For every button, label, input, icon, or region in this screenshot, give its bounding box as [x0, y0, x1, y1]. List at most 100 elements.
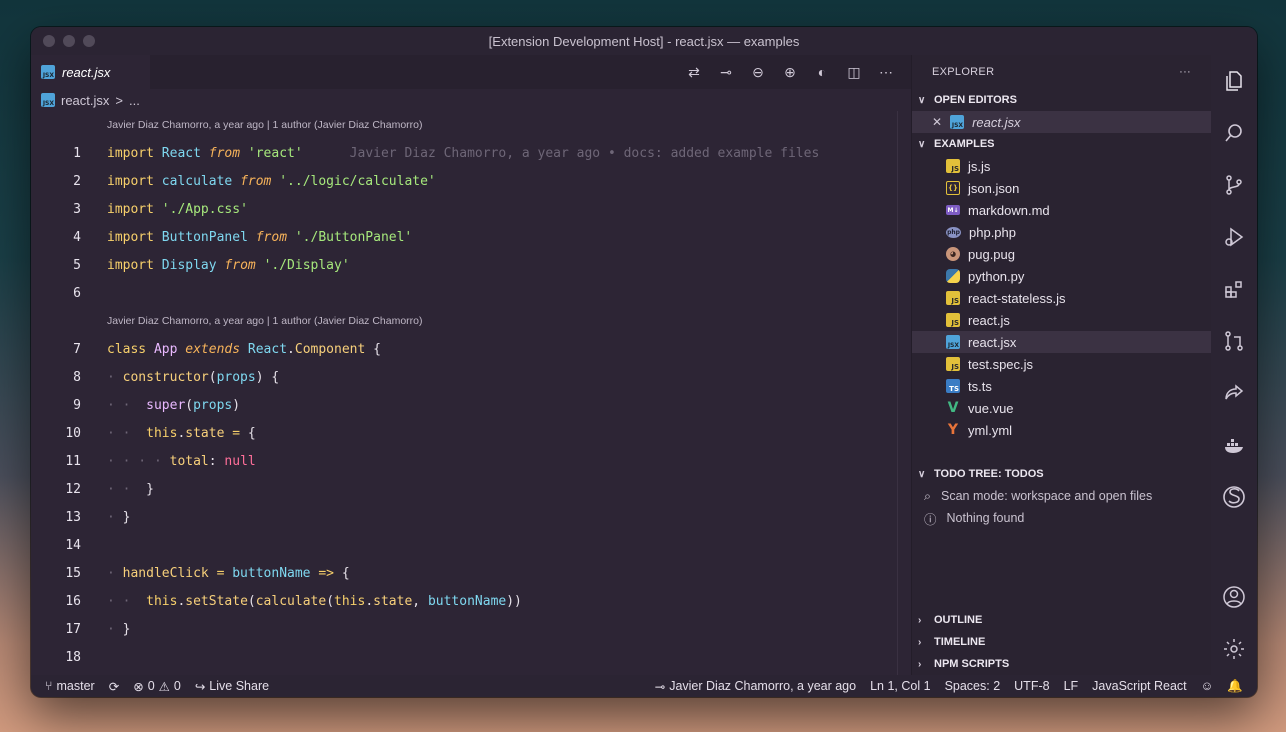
chevron-down-icon: ∨ — [918, 94, 926, 106]
file-item-selected[interactable]: JSX react.jsx — [912, 331, 1211, 353]
section-open-editors[interactable]: ∨ OPEN EDITORS — [912, 89, 1211, 111]
file-label: react.js — [968, 312, 1010, 328]
file-item[interactable]: JS js.js — [912, 155, 1211, 177]
explorer-title: EXPLORER — [932, 66, 995, 78]
section-label: EXAMPLES — [934, 138, 995, 150]
window-title: [Extension Development Host] - react.jsx… — [488, 33, 800, 49]
end-of-line[interactable]: LF — [1064, 679, 1079, 693]
source-control-icon[interactable] — [1211, 159, 1257, 211]
notifications-icon[interactable]: 🔔 — [1227, 679, 1243, 694]
indentation[interactable]: Spaces: 2 — [945, 679, 1001, 693]
file-item[interactable]: {} json.json — [912, 177, 1211, 199]
extensions-icon[interactable] — [1211, 263, 1257, 315]
tab-react-jsx[interactable]: JSX react.jsx — [31, 55, 150, 89]
explorer-more-icon[interactable]: ··· — [1179, 66, 1191, 78]
code-line: 6 — [31, 279, 895, 307]
title-bar: [Extension Development Host] - react.jsx… — [31, 27, 1257, 55]
breadcrumb-more[interactable]: ... — [129, 93, 140, 108]
search-icon[interactable] — [1211, 107, 1257, 159]
code-line: 12 · · } — [31, 475, 895, 503]
file-item[interactable]: python.py — [912, 265, 1211, 287]
vertical-scrollbar[interactable] — [897, 111, 911, 675]
file-item[interactable]: php php.php — [912, 221, 1211, 243]
section-outline[interactable]: › OUTLINE — [912, 609, 1211, 631]
tab-label: react.jsx — [62, 64, 111, 80]
error-count: 0 — [147, 679, 155, 693]
branch-status[interactable]: ⑂ master — [45, 679, 95, 693]
problems-status[interactable]: ⊗ 0 ⚠ 0 — [133, 679, 181, 694]
line-number: 3 — [73, 201, 81, 217]
pug-file-icon: ◕ — [946, 247, 960, 261]
file-item[interactable]: Yyml.yml — [912, 419, 1211, 441]
line-number: 6 — [73, 285, 81, 301]
code-line: 3 import './App.css' — [31, 195, 895, 223]
language-mode[interactable]: JavaScript React — [1092, 679, 1186, 693]
open-editor-item[interactable]: ✕ JSX react.jsx — [912, 111, 1211, 133]
section-timeline[interactable]: › TIMELINE — [912, 631, 1211, 653]
code-line: 11 · · · · total: null — [31, 447, 895, 475]
pull-requests-icon[interactable] — [1211, 315, 1257, 367]
code-line: 10 · · this.state = { — [31, 419, 895, 447]
todo-scan-mode[interactable]: ⌕ Scan mode: workspace and open files — [912, 485, 1211, 507]
tab-bar: JSX react.jsx ⇄ ⊸ ⊖ ⊕ ◐ ◫ ⋯ — [31, 55, 911, 89]
breadcrumb-file[interactable]: react.jsx — [61, 93, 109, 108]
codelens-authorship[interactable]: Javier Diaz Chamorro, a year ago | 1 aut… — [31, 111, 895, 139]
live-share-status[interactable]: ↪ Live Share — [195, 679, 269, 694]
maximize-window-button[interactable] — [83, 35, 95, 47]
previous-revision-icon[interactable]: ⊖ — [749, 64, 767, 81]
live-share-icon: ↪ — [194, 679, 206, 694]
code-line: 2 import calculate from '../logic/calcula… — [31, 167, 895, 195]
toggle-blame-icon[interactable]: ◐ — [813, 64, 831, 80]
sync-icon: ⟳ — [108, 679, 120, 694]
line-number: 17 — [65, 621, 81, 637]
feedback-icon[interactable]: ☺ — [1201, 679, 1214, 693]
code-line: 1 import React from 'react' Javier Diaz C… — [31, 139, 895, 167]
close-icon[interactable]: ✕ — [932, 115, 942, 129]
section-examples[interactable]: ∨ EXAMPLES — [912, 133, 1211, 155]
js-file-icon: JS — [946, 357, 960, 371]
section-npm-scripts[interactable]: › NPM SCRIPTS — [912, 653, 1211, 675]
explorer-icon[interactable] — [1211, 55, 1257, 107]
line-number: 9 — [73, 397, 81, 413]
code-line: 16 · · this.setState(calculate(this.state… — [31, 587, 895, 615]
file-item[interactable]: TS ts.ts — [912, 375, 1211, 397]
line-number: 18 — [65, 649, 81, 665]
jsx-file-icon: JSX — [41, 65, 55, 79]
file-item[interactable]: M↓ markdown.md — [912, 199, 1211, 221]
file-item[interactable]: JS react.js — [912, 309, 1211, 331]
activity-bar — [1211, 55, 1257, 675]
codelens-authorship[interactable]: Javier Diaz Chamorro, a year ago | 1 aut… — [31, 307, 895, 335]
chevron-down-icon: ∨ — [918, 468, 926, 480]
js-file-icon: JS — [946, 159, 960, 173]
file-label: php.php — [969, 224, 1016, 240]
file-item[interactable]: JS react-stateless.js — [912, 287, 1211, 309]
window-controls — [43, 35, 95, 47]
run-debug-icon[interactable] — [1211, 211, 1257, 263]
file-item[interactable]: ◕ pug.pug — [912, 243, 1211, 265]
live-share-icon[interactable] — [1211, 367, 1257, 419]
account-icon[interactable] — [1211, 571, 1257, 623]
section-todo-tree[interactable]: ∨ TODO TREE: TODOS — [912, 463, 1211, 485]
next-revision-icon[interactable]: ⊕ — [781, 64, 799, 81]
code-line: 7 class App extends React.Component { — [31, 335, 895, 363]
docker-icon[interactable] — [1211, 419, 1257, 471]
blame-text: Javier Diaz Chamorro, a year ago — [669, 679, 857, 693]
code-editor[interactable]: Javier Diaz Chamorro, a year ago | 1 aut… — [31, 111, 895, 675]
close-window-button[interactable] — [43, 35, 55, 47]
blame-status[interactable]: ⊸ Javier Diaz Chamorro, a year ago — [655, 679, 856, 694]
line-number: 7 — [73, 341, 81, 357]
file-item[interactable]: Vvue.vue — [912, 397, 1211, 419]
file-item[interactable]: JS test.spec.js — [912, 353, 1211, 375]
section-label: TODO TREE: TODOS — [934, 468, 1044, 480]
encoding[interactable]: UTF-8 — [1014, 679, 1049, 693]
branch-name: master — [56, 679, 95, 693]
gear-icon[interactable] — [1211, 623, 1257, 675]
cursor-position[interactable]: Ln 1, Col 1 — [870, 679, 930, 693]
stylelint-icon[interactable] — [1211, 471, 1257, 523]
open-changes-icon[interactable]: ⇄ — [685, 64, 703, 81]
git-commit-icon[interactable]: ⊸ — [717, 64, 735, 81]
minimize-window-button[interactable] — [63, 35, 75, 47]
split-editor-icon[interactable]: ◫ — [845, 64, 863, 81]
more-actions-icon[interactable]: ⋯ — [877, 64, 895, 81]
sync-status[interactable]: ⟳ — [109, 679, 119, 694]
